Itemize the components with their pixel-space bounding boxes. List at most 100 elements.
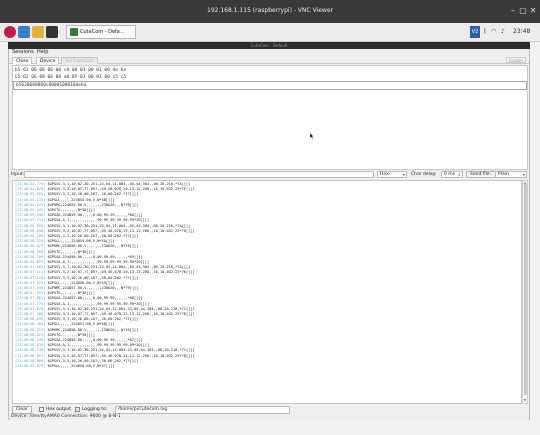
log-text: $GPGGA,224857.00,,,,,0,00,99.99,,,,,,*68… <box>47 296 143 301</box>
chevron-down-icon: ▾ <box>522 172 525 177</box>
log-timestamp: [23:48:59.075] <box>15 364 46 368</box>
log-timestamp: [23:48:56.789] <box>15 254 46 259</box>
line-end-select[interactable]: Plain ▾ <box>495 171 527 178</box>
terminal-icon[interactable] <box>46 26 58 38</box>
vnc-server-icon[interactable]: V2 <box>470 26 480 38</box>
log-timestamp: [23:48:58.748] <box>15 348 46 353</box>
log-timestamp: [23:48:54.770] <box>15 182 46 186</box>
log-text: $GPGLL,,,,,224855.00,V,N*4A[][] <box>47 239 115 244</box>
log-timestamp: [23:48:58.313] <box>15 327 46 332</box>
log-text: $GPGSV,3,1,10,02,30,251,24,04,11,084,,05… <box>47 265 191 270</box>
log-text: $GPGSV,3,1,10,02,30,251,24,04,11,084,23,… <box>47 348 195 353</box>
tab-device[interactable]: Device <box>36 57 60 64</box>
input-field[interactable] <box>24 171 374 178</box>
chevron-down-icon: ▾ <box>402 172 405 177</box>
send-history-item[interactable]: b5 62 06 08 06 00 a0 0f 01 00 01 00 c5 c… <box>15 74 126 81</box>
logging-checkbox[interactable]: ✓ <box>75 407 80 412</box>
scroll-down-icon[interactable]: ▼ <box>523 398 527 402</box>
volume-icon[interactable]: ♪ <box>501 26 505 38</box>
format-select-value: Hex <box>380 172 389 177</box>
hex-output-checkbox[interactable] <box>39 407 44 412</box>
log-scrollbar[interactable]: ▲ ▼ <box>522 180 528 404</box>
send-file-button[interactable]: Send file... <box>466 171 498 178</box>
send-history-item-selected[interactable]: b5620608060c8000100010deba <box>13 81 527 90</box>
log-timestamp: [23:48:57.986] <box>15 312 46 316</box>
menu-sessions[interactable]: Sessions <box>12 49 34 56</box>
status-bar: Device: /dev/ttyAMA0 Connection: 9600 @ … <box>11 414 121 419</box>
log-timestamp: [23:48:57.551] <box>15 291 46 296</box>
clock[interactable]: 23:48 <box>513 26 530 38</box>
update-button[interactable]: Update <box>505 57 526 63</box>
tab-disabled[interactable]: Sel CuteCom <box>61 57 99 64</box>
log-text: $GPGSV,3,3,10,26,00,167,,30,60,202,*77[]… <box>47 234 139 238</box>
log-timestamp: [23:48:57.220] <box>15 275 46 280</box>
log-timestamp: [23:48:57.661] <box>15 296 46 301</box>
log-line: [23:48:59.075] $GPGLL,,,,,224858.00,V,N*… <box>15 364 115 369</box>
received-output-log[interactable]: [23:48:54.770] $GPGSV,3,1,10,02,30,251,2… <box>12 180 522 404</box>
log-timestamp: [23:48:57.440] <box>15 286 46 290</box>
cutecom-app-icon <box>70 28 78 36</box>
log-timestamp: [23:48:57.770] <box>15 301 46 306</box>
close-icon[interactable]: ✕ <box>528 6 538 16</box>
log-text: $GPVTG,,,,,,,,N*30[][] <box>47 208 96 212</box>
app-title-bar: CuteCom - Default <box>8 42 530 49</box>
browser-icon[interactable] <box>18 26 30 38</box>
char-delay-spinner[interactable]: 0 ms ⇕ <box>441 171 463 178</box>
log-text: $GPGGA,224858.00,,,,,0,00,99.99,,,,,,*67… <box>47 338 143 342</box>
input-label: Input: <box>11 172 25 177</box>
log-timestamp: [23:48:56.479] <box>15 244 46 249</box>
vnc-window-title: 192.168.1.115 (raspberrypi) - VNC Viewer <box>207 7 333 14</box>
log-text: $GPGSV,3,1,10,02,30,251,24,04,11,084,23,… <box>47 306 195 311</box>
log-text: $GPGLL,,,,,224854.00,V,N*4B[][] <box>47 197 115 202</box>
scroll-thumb[interactable] <box>524 185 527 395</box>
log-text: $GPGSV,3,2,10,07,77,097,,09,46,078,20,13… <box>47 187 195 192</box>
log-text: $GPVTG,,,,,,,,N*30[][] <box>47 332 96 337</box>
line-end-select-value: Plain <box>498 172 509 177</box>
log-text: $GPRMC,224855.00,V,,,,,,,230620,,,N*7B[]… <box>47 202 139 207</box>
log-text: $GPGSV,3,1,10,02,30,251,24,04,11,084,,05… <box>47 182 191 186</box>
log-text: $GPGSA,A,1,,,,,,,,,,,,,99.99,99.99,99.99… <box>47 343 150 348</box>
tab-bar: Close Device Sel CuteCom Update <box>9 56 529 64</box>
log-timestamp: [23:48:58.857] <box>15 353 46 358</box>
log-text: $GPGSA,A,1,,,,,,,,,,,,,99.99,99.99,99.99… <box>47 218 150 223</box>
log-timestamp: [23:48:56.893] <box>15 260 46 264</box>
raspberry-menu-icon[interactable] <box>4 26 16 38</box>
log-text: $GPGSV,3,3,10,26,00,167,,30,60,202,*77[]… <box>47 358 139 363</box>
log-timestamp: [23:48:55.331] <box>15 202 46 207</box>
desktop-taskbar: CuteCom - Defa... V2 ᛒ ◠ ♪ 23:48 <box>0 23 540 42</box>
mouse-pointer-icon <box>310 133 314 139</box>
log-timestamp: [23:48:56.166] <box>15 234 46 238</box>
log-text: $GPVTG,,,,,,,,N*30[][] <box>47 291 96 296</box>
menu-help[interactable]: Help <box>37 49 48 56</box>
log-timestamp: [23:48:58.966] <box>15 358 46 363</box>
minimize-icon[interactable]: – <box>508 6 518 16</box>
send-history-list[interactable]: b5 62 06 08 06 00 c8 00 01 00 01 00 de 6… <box>12 65 528 170</box>
taskbar-cutecom-label: CuteCom - Defa... <box>80 29 125 35</box>
vnc-title-bar: 192.168.1.115 (raspberrypi) - VNC Viewer… <box>0 0 540 23</box>
send-history-item[interactable]: b5 62 06 08 06 00 c8 00 01 00 01 00 de 6… <box>15 67 126 74</box>
format-select[interactable]: Hex ▾ <box>377 171 407 178</box>
input-bar: Input: Hex ▾ Char delay: 0 ms ⇕ Send fil… <box>9 171 529 179</box>
log-timestamp: [23:48:56.580] <box>15 249 46 254</box>
maximize-icon[interactable]: ▢ <box>518 6 528 16</box>
log-text: $GPGLL,,,,,224858.00,V,N*47[][] <box>47 364 115 368</box>
log-timestamp: [23:48:58.530] <box>15 338 46 342</box>
menu-bar: Sessions Help <box>9 49 529 56</box>
log-timestamp: [23:48:55.442] <box>15 208 46 212</box>
log-text: $GPVTG,,,,,,,,N*30[][] <box>47 249 96 254</box>
taskbar-cutecom-button[interactable]: CuteCom - Defa... <box>66 25 136 39</box>
log-text: $GPGSV,3,2,10,07,77,097,,09,46,078,19,13… <box>47 228 195 233</box>
log-text: $GPGSV,3,1,10,02,30,251,23,04,11,084,,05… <box>47 223 191 228</box>
bluetooth-icon[interactable]: ᛒ <box>483 26 487 38</box>
app-window-title: CuteCom - Default <box>250 43 288 48</box>
log-text: $GPGSV,3,2,10,07,77,097,,09,46,078,21,13… <box>47 353 195 358</box>
cutecom-window: Sessions Help Close Device Sel CuteCom U… <box>8 49 530 420</box>
log-text: $GPGSV,3,3,10,26,00,167,,30,60,202,*77[]… <box>47 275 139 280</box>
close-button[interactable]: Close <box>12 57 33 64</box>
log-text: $GPGSV,3,3,10,26,00,167,,30,60,202,*77[]… <box>47 317 139 322</box>
wifi-icon[interactable]: ◠ <box>491 26 496 38</box>
folder-icon[interactable] <box>32 26 44 38</box>
log-timestamp: [23:48:57.331] <box>15 280 46 285</box>
log-timestamp: [23:48:58.639] <box>15 343 46 348</box>
log-text: $GPGGA,224855.00,,,,,0,00,99.99,,,,,,*6A… <box>47 213 143 218</box>
